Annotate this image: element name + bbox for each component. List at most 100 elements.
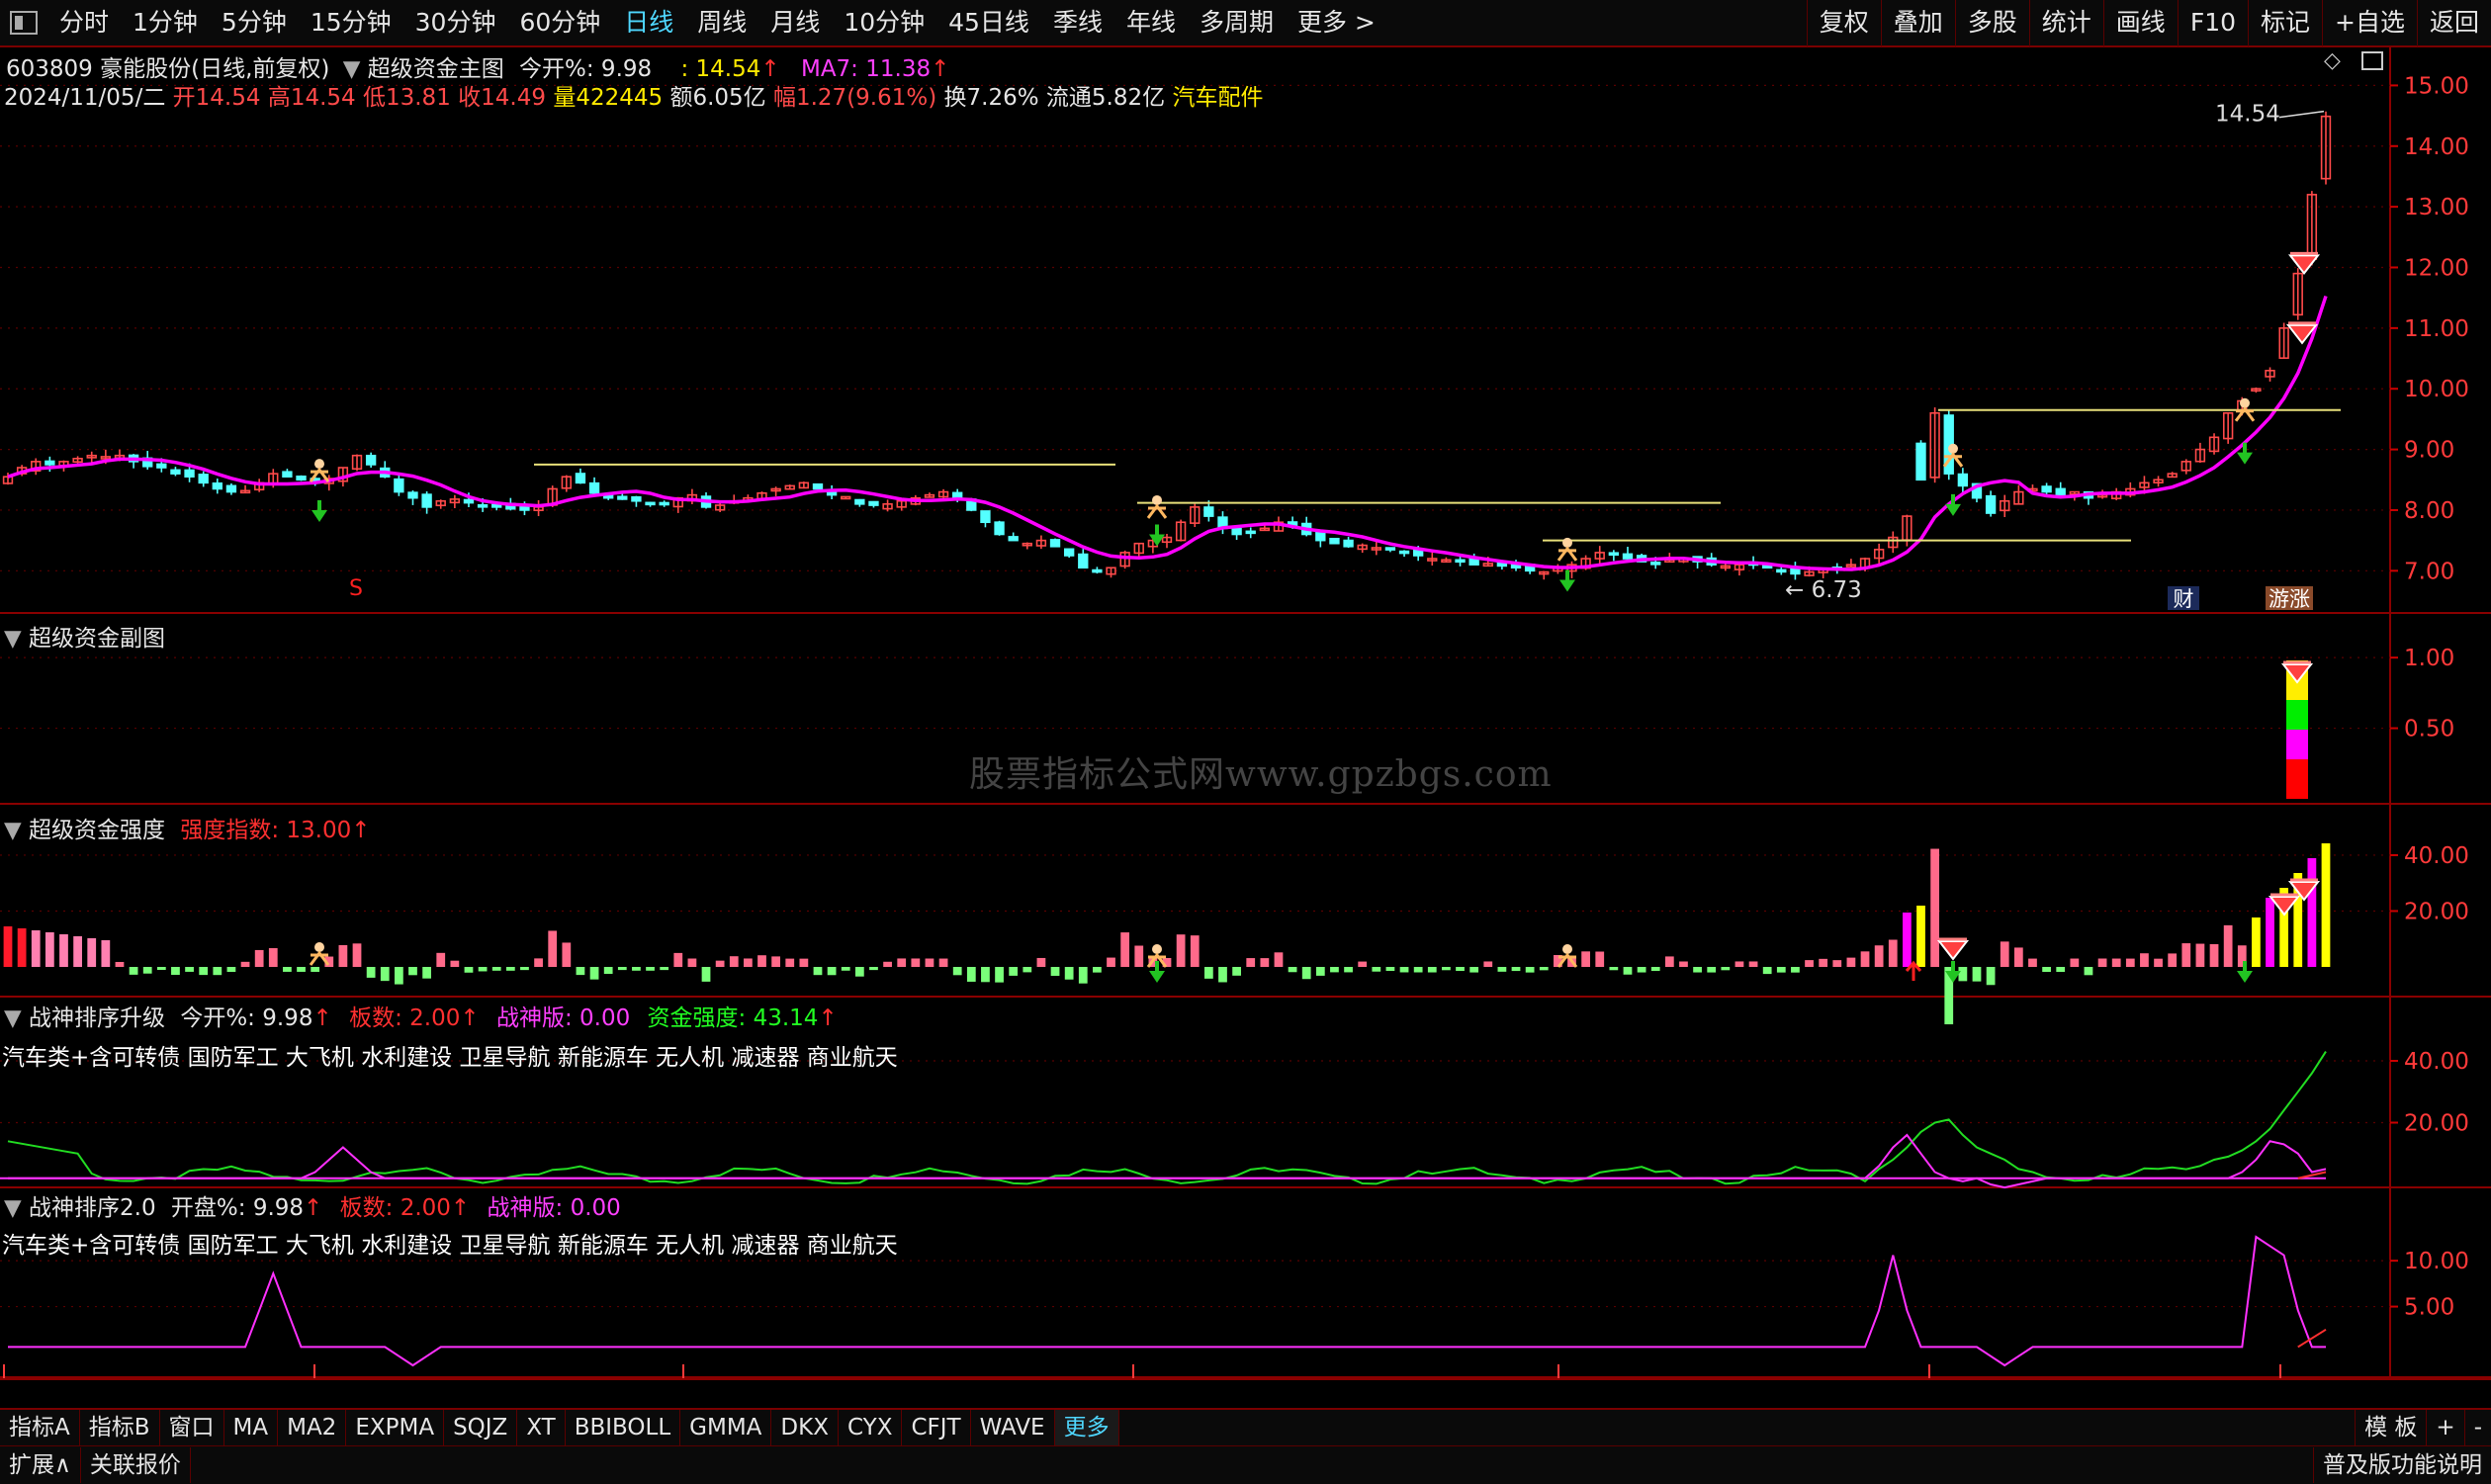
period-tab[interactable]: 分时 xyxy=(47,0,121,46)
indicator-tab[interactable]: DKX xyxy=(771,1410,839,1445)
strength-bar xyxy=(226,967,236,973)
strength-bar xyxy=(464,967,474,973)
strength-bar xyxy=(1315,967,1325,976)
toolbar-button[interactable]: 统计 xyxy=(2028,0,2103,46)
toolbar-button[interactable]: 画线 xyxy=(2102,0,2178,46)
indicator-tab[interactable]: WAVE xyxy=(971,1410,1055,1445)
strength-bar xyxy=(1301,967,1311,980)
collapse-icon[interactable]: ▼ xyxy=(4,818,22,843)
toolbar-button[interactable]: 叠加 xyxy=(1880,0,1955,46)
template-control[interactable]: + xyxy=(2426,1410,2463,1445)
period-tab[interactable]: 5分钟 xyxy=(210,0,299,46)
period-tab[interactable]: 日线 xyxy=(612,0,685,46)
p2-y-tick: 0.50 xyxy=(2404,717,2454,742)
candle xyxy=(1092,568,1103,573)
strength-bar xyxy=(1093,967,1102,973)
period-tab[interactable]: 1分钟 xyxy=(121,0,210,46)
collapse-icon[interactable]: ▼ xyxy=(4,626,22,652)
strength-bar xyxy=(995,967,1004,983)
strength-bar xyxy=(505,967,515,971)
strength-bar xyxy=(744,958,753,967)
period-tab[interactable]: 15分钟 xyxy=(299,0,403,46)
p5-open: 开盘%: 9.98 xyxy=(170,1195,305,1221)
strength-bar xyxy=(2140,953,2149,967)
indicator-tab[interactable]: XT xyxy=(517,1410,566,1445)
strength-bar xyxy=(1190,935,1200,967)
indicator-tab[interactable]: 指标B xyxy=(80,1410,160,1445)
strength-bar xyxy=(897,958,907,967)
candle xyxy=(1343,539,1354,548)
strength-bar xyxy=(1972,967,1982,982)
template-control[interactable]: 模 板 xyxy=(2355,1410,2426,1445)
strength-bar xyxy=(1930,848,1940,967)
period-tab[interactable]: 10分钟 xyxy=(832,0,936,46)
indicator-tab[interactable]: 指标A xyxy=(0,1410,80,1445)
strength-bar xyxy=(1218,967,1227,983)
strength-bar xyxy=(2028,958,2037,967)
toolbar-button[interactable]: 标记 xyxy=(2248,0,2322,46)
edition-info-link[interactable]: 普及版功能说明 xyxy=(2313,1447,2491,1483)
period-tab[interactable]: 45日线 xyxy=(936,0,1041,46)
chart-area[interactable]: 15.00 14.00 13.00 12.00 11.00 10.00 9.00 8.00 7.… xyxy=(0,47,2491,1380)
period-tab[interactable]: 月线 xyxy=(758,0,832,46)
candle xyxy=(994,521,1005,536)
p4-boards: 板数: 2.00 xyxy=(349,1005,461,1031)
candle xyxy=(2055,487,2066,496)
sector-name[interactable]: 汽车配件 xyxy=(1172,85,1263,111)
collapse-icon[interactable]: ▼ xyxy=(4,1195,22,1221)
indicator-tab[interactable]: MA2 xyxy=(278,1410,347,1445)
strength-bar xyxy=(1748,961,1758,967)
candle xyxy=(1049,539,1061,548)
y-tick-label: 15.00 xyxy=(2404,73,2469,99)
bar-date: 2024/11/05/二 xyxy=(4,85,166,111)
period-tab[interactable]: 周线 xyxy=(685,0,758,46)
toolbar-button[interactable]: 多股 xyxy=(1954,0,2029,46)
strength-bar xyxy=(1791,967,1800,973)
strength-bar xyxy=(2181,943,2191,967)
indicator-tab[interactable]: CYX xyxy=(839,1410,903,1445)
indicator-tab[interactable]: BBIBOLL xyxy=(566,1410,681,1445)
candle xyxy=(491,503,502,508)
period-tab[interactable]: 年线 xyxy=(1114,0,1188,46)
y-tick-label: 11.00 xyxy=(2404,316,2469,342)
strength-bar xyxy=(1023,967,1032,973)
period-tab[interactable]: 60分钟 xyxy=(507,0,612,46)
candle xyxy=(617,495,628,500)
strength-bar xyxy=(2252,917,2261,967)
indicator-tab[interactable]: EXPMA xyxy=(346,1410,445,1445)
template-control[interactable]: - xyxy=(2463,1410,2491,1445)
toolbar-button[interactable]: F10 xyxy=(2177,0,2248,46)
strength-bar xyxy=(827,967,837,976)
strength-bar xyxy=(729,956,739,967)
period-tab[interactable]: 季线 xyxy=(1041,0,1114,46)
toolbar-button[interactable]: 复权 xyxy=(1806,0,1881,46)
indicator-tab[interactable]: 更多 xyxy=(1054,1410,1119,1445)
indicator-tab[interactable]: MA xyxy=(224,1410,279,1445)
strength-bar xyxy=(1036,957,1046,967)
strength-bar xyxy=(1762,967,1772,975)
chart-svg[interactable]: 15.00 14.00 13.00 12.00 11.00 10.00 9.00 8.00 7.… xyxy=(0,47,2491,1380)
p4-fund-strength: 资金强度: 43.14 xyxy=(647,1005,819,1031)
y-tick-label: 12.00 xyxy=(2404,256,2469,282)
period-tab[interactable]: 更多 > xyxy=(1286,0,1387,46)
collapse-icon[interactable]: ▼ xyxy=(4,1005,22,1031)
indicator-tab[interactable]: CFJT xyxy=(902,1410,971,1445)
panel-toggle-icon[interactable] xyxy=(10,11,38,35)
related-quote-button[interactable]: 关联报价 xyxy=(81,1447,191,1483)
y-tick-label: 14.00 xyxy=(2404,134,2469,160)
indicator-tab[interactable]: 窗口 xyxy=(160,1410,224,1445)
toolbar-button[interactable]: 返回 xyxy=(2416,0,2491,46)
strength-bar xyxy=(799,958,809,967)
candle xyxy=(1245,530,1256,535)
indicator-tab[interactable]: GMMA xyxy=(680,1410,772,1445)
period-tab[interactable]: 多周期 xyxy=(1188,0,1286,46)
period-tab[interactable]: 30分钟 xyxy=(403,0,508,46)
toolbar-button[interactable]: +自选 xyxy=(2322,0,2417,46)
candle xyxy=(156,463,167,469)
candle xyxy=(394,478,404,493)
indicator-tab[interactable]: SQJZ xyxy=(444,1410,518,1445)
p5-zhanban: 战神版: 0.00 xyxy=(487,1195,621,1221)
bar-low: 低13.81 xyxy=(362,85,451,111)
strength-bar xyxy=(1427,967,1437,973)
expand-button[interactable]: 扩展∧ xyxy=(0,1447,81,1483)
